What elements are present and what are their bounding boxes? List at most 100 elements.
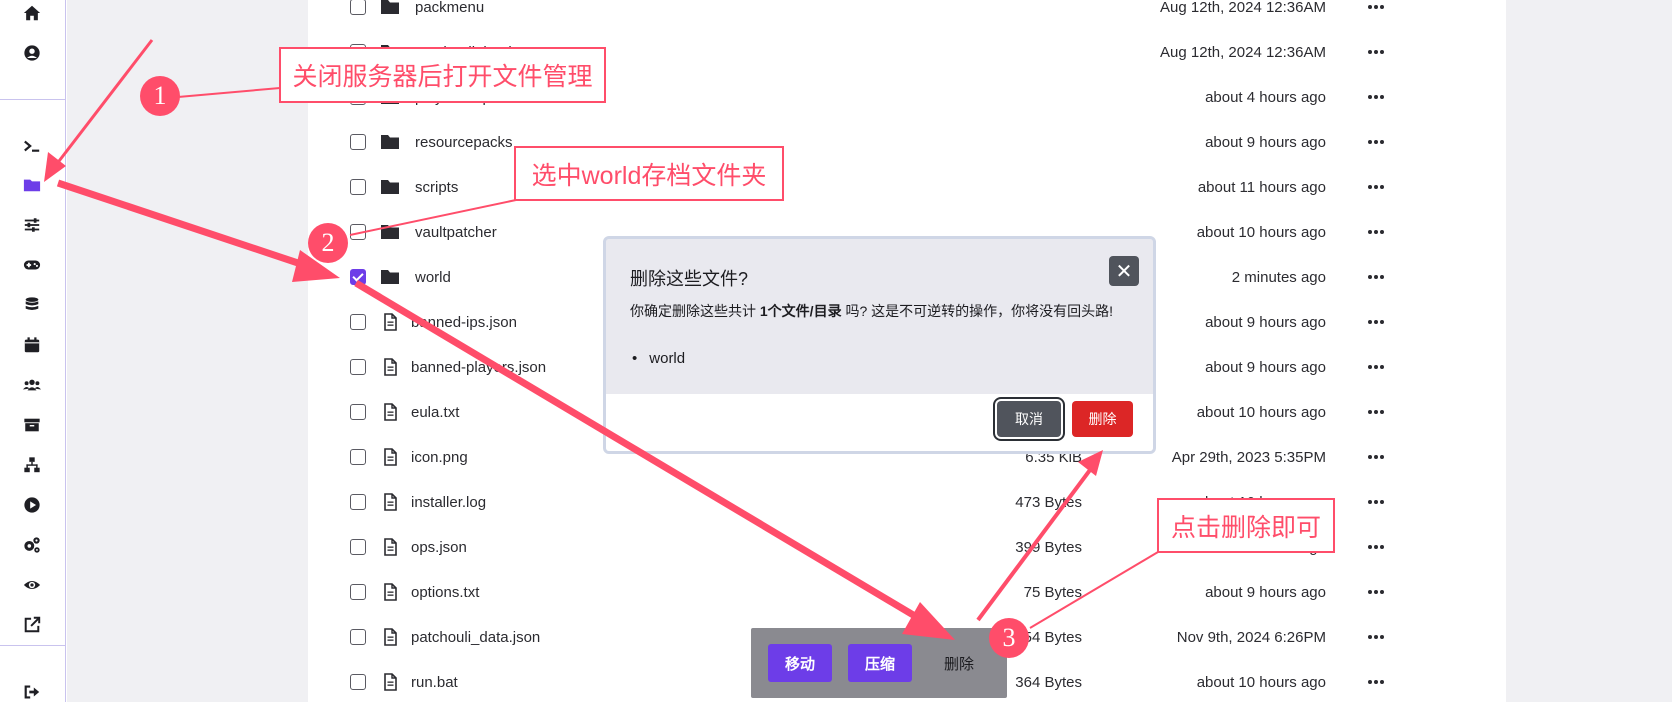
file-name[interactable]: patchouli_data.json bbox=[411, 629, 540, 646]
home-icon[interactable] bbox=[22, 3, 42, 23]
file-name[interactable]: scripts bbox=[415, 179, 458, 196]
row-checkbox[interactable] bbox=[350, 584, 366, 600]
confirm-delete-button[interactable]: 删除 bbox=[1072, 401, 1133, 437]
file-icon bbox=[380, 673, 400, 691]
file-name[interactable]: banned-ips.json bbox=[411, 314, 517, 331]
file-modified: 2 minutes ago bbox=[1231, 269, 1326, 286]
sign-out-icon[interactable] bbox=[22, 682, 42, 702]
file-size: 473 Bytes bbox=[1015, 494, 1082, 511]
dialog-message-suffix: 吗? 这是不可逆转的操作，你将没有回头路! bbox=[841, 303, 1114, 319]
more-options-icon[interactable] bbox=[1366, 43, 1386, 61]
file-modified: about 9 hours ago bbox=[1205, 584, 1326, 601]
close-icon[interactable]: ✕ bbox=[1109, 256, 1139, 286]
more-options-icon[interactable] bbox=[1366, 313, 1386, 331]
file-row[interactable]: options.txt 75 Bytes about 9 hours ago bbox=[308, 571, 1506, 616]
file-name[interactable]: options.txt bbox=[411, 584, 479, 601]
more-options-icon[interactable] bbox=[1366, 358, 1386, 376]
file-icon bbox=[380, 583, 400, 601]
row-checkbox[interactable] bbox=[350, 539, 366, 555]
folder-icon bbox=[380, 223, 400, 241]
file-modified: Aug 12th, 2024 12:36AM bbox=[1160, 44, 1326, 61]
file-modified: about 10 hours ago bbox=[1196, 674, 1326, 691]
more-options-icon[interactable] bbox=[1366, 133, 1386, 151]
row-checkbox[interactable] bbox=[350, 314, 366, 330]
network-icon[interactable] bbox=[22, 455, 42, 475]
file-name[interactable]: icon.png bbox=[411, 449, 468, 466]
more-options-icon[interactable] bbox=[1366, 178, 1386, 196]
file-row[interactable]: resourcepacks about 9 hours ago bbox=[308, 121, 1506, 166]
file-name[interactable]: eula.txt bbox=[411, 404, 459, 421]
more-options-icon[interactable] bbox=[1366, 673, 1386, 691]
sliders-icon[interactable] bbox=[22, 215, 42, 235]
row-checkbox[interactable] bbox=[350, 494, 366, 510]
row-checkbox[interactable] bbox=[350, 224, 366, 240]
file-name[interactable]: resourcepacks bbox=[415, 134, 513, 151]
more-options-icon[interactable] bbox=[1366, 223, 1386, 241]
move-button[interactable]: 移动 bbox=[768, 644, 832, 682]
gamepad-icon[interactable] bbox=[22, 255, 42, 275]
more-options-icon[interactable] bbox=[1366, 583, 1386, 601]
step-2-marker: 2 bbox=[308, 223, 348, 263]
file-modified: about 11 hours ago bbox=[1197, 179, 1326, 196]
file-size: 399 Bytes bbox=[1015, 539, 1082, 556]
file-modified: Apr 29th, 2023 5:35PM bbox=[1171, 449, 1326, 466]
play-icon[interactable] bbox=[22, 495, 42, 515]
row-checkbox[interactable] bbox=[350, 179, 366, 195]
row-checkbox[interactable] bbox=[350, 134, 366, 150]
row-checkbox[interactable] bbox=[350, 674, 366, 690]
folder-icon[interactable] bbox=[22, 175, 42, 195]
file-name[interactable]: ops.json bbox=[411, 539, 467, 556]
file-icon bbox=[380, 313, 400, 331]
page-background bbox=[1506, 0, 1672, 702]
eye-icon[interactable] bbox=[22, 575, 42, 595]
calendar-icon[interactable] bbox=[22, 335, 42, 355]
step-3-label: 点击删除即可 bbox=[1157, 498, 1335, 553]
file-modified: about 9 hours ago bbox=[1205, 314, 1326, 331]
file-name[interactable]: packmenu bbox=[415, 0, 484, 16]
row-checkbox[interactable] bbox=[350, 404, 366, 420]
file-name[interactable]: world bbox=[415, 269, 451, 286]
sidebar-divider bbox=[0, 99, 66, 100]
archive-icon[interactable] bbox=[22, 415, 42, 435]
cancel-button[interactable]: 取消 bbox=[997, 401, 1061, 437]
users-icon[interactable] bbox=[22, 375, 42, 395]
more-options-icon[interactable] bbox=[1366, 628, 1386, 646]
file-row[interactable]: scripts about 11 hours ago bbox=[308, 166, 1506, 211]
terminal-icon[interactable] bbox=[22, 136, 42, 156]
page-background bbox=[67, 0, 308, 702]
row-checkbox[interactable] bbox=[350, 629, 366, 645]
delete-button[interactable]: 删除 bbox=[927, 644, 991, 682]
row-checkbox[interactable] bbox=[350, 449, 366, 465]
more-options-icon[interactable] bbox=[1366, 448, 1386, 466]
compress-button[interactable]: 压缩 bbox=[848, 644, 912, 682]
external-link-icon[interactable] bbox=[22, 615, 42, 635]
gears-icon[interactable] bbox=[22, 535, 42, 555]
file-icon bbox=[380, 358, 400, 376]
more-options-icon[interactable] bbox=[1366, 538, 1386, 556]
file-name[interactable]: run.bat bbox=[411, 674, 458, 691]
more-options-icon[interactable] bbox=[1366, 0, 1386, 16]
sidebar-divider bbox=[0, 645, 66, 646]
file-modified: about 10 hours ago bbox=[1196, 404, 1326, 421]
file-name[interactable]: vaultpatcher bbox=[415, 224, 497, 241]
file-row[interactable]: packmenu Aug 12th, 2024 12:36AM bbox=[308, 0, 1506, 31]
file-modified: about 10 hours ago bbox=[1196, 224, 1326, 241]
row-checkbox[interactable] bbox=[350, 0, 366, 15]
file-icon bbox=[380, 493, 400, 511]
more-options-icon[interactable] bbox=[1366, 493, 1386, 511]
row-checkbox[interactable] bbox=[350, 269, 366, 285]
file-icon bbox=[380, 448, 400, 466]
more-options-icon[interactable] bbox=[1366, 403, 1386, 421]
database-icon[interactable] bbox=[22, 295, 42, 315]
row-checkbox[interactable] bbox=[350, 359, 366, 375]
folder-icon bbox=[380, 0, 400, 16]
more-options-icon[interactable] bbox=[1366, 268, 1386, 286]
file-size: 364 Bytes bbox=[1015, 674, 1082, 691]
file-icon bbox=[380, 628, 400, 646]
more-options-icon[interactable] bbox=[1366, 88, 1386, 106]
file-name[interactable]: installer.log bbox=[411, 494, 486, 511]
user-circle-icon[interactable] bbox=[22, 43, 42, 63]
file-size: 75 Bytes bbox=[1023, 584, 1082, 601]
file-name[interactable]: banned-players.json bbox=[411, 359, 546, 376]
folder-icon bbox=[380, 268, 400, 286]
